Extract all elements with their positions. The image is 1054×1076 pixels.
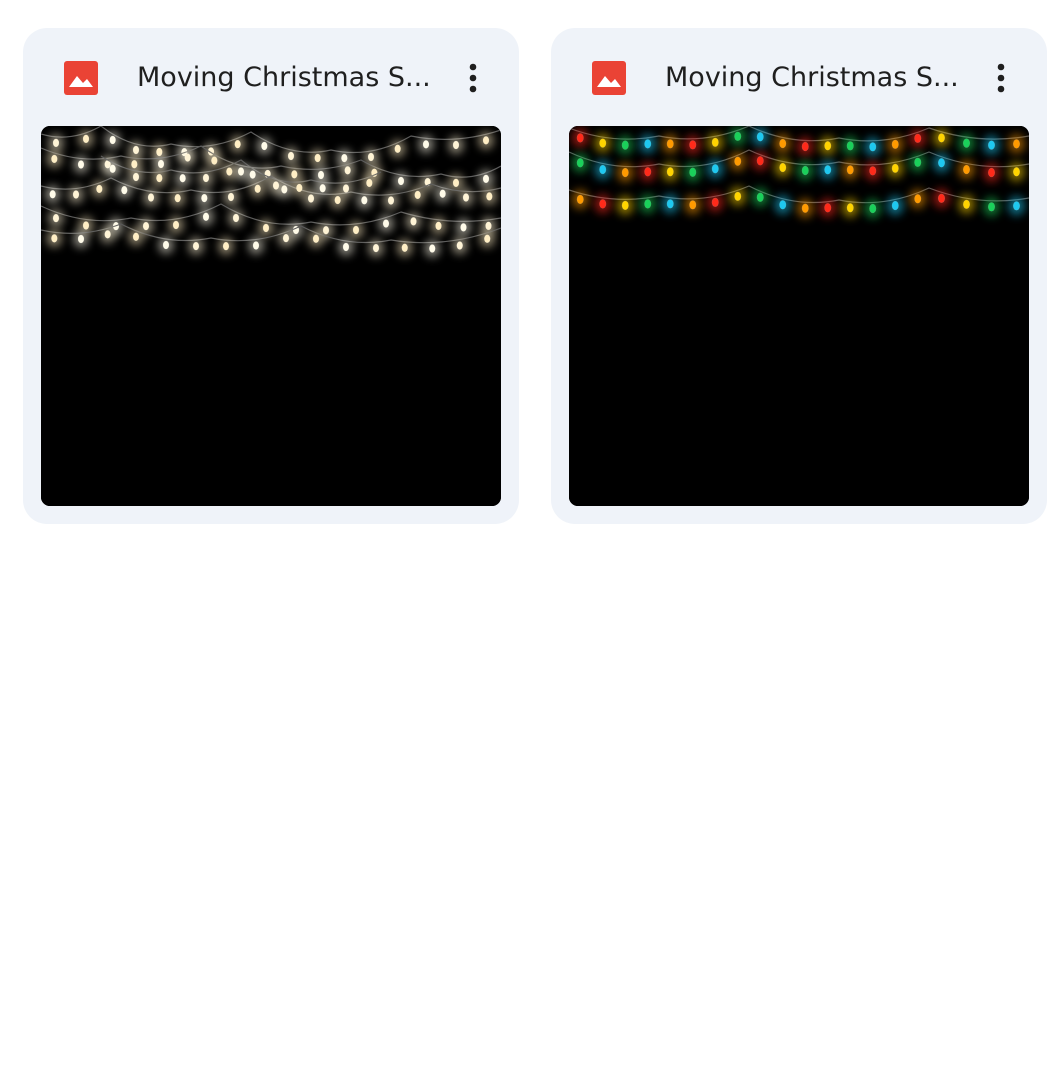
file-card-header: Moving Christmas S...: [551, 28, 1047, 126]
thumbnail-image: [41, 126, 501, 506]
image-file-icon: [592, 61, 626, 95]
more-vert-icon: [997, 63, 1005, 93]
file-name[interactable]: Moving Christmas S...: [137, 58, 437, 98]
file-card[interactable]: Moving Christmas S...: [23, 28, 519, 524]
file-name[interactable]: Moving Christmas S...: [665, 58, 965, 98]
more-options-button[interactable]: [449, 54, 497, 102]
more-options-button[interactable]: [977, 54, 1025, 102]
file-grid: Moving Christmas S... Moving Christmas S…: [23, 28, 1047, 524]
file-card-header: Moving Christmas S...: [23, 28, 519, 126]
more-vert-icon: [469, 63, 477, 93]
file-thumbnail[interactable]: [41, 126, 501, 506]
file-thumbnail[interactable]: [569, 126, 1029, 506]
file-card[interactable]: Moving Christmas S...: [551, 28, 1047, 524]
thumbnail-image: [569, 126, 1029, 506]
image-file-icon: [64, 61, 98, 95]
